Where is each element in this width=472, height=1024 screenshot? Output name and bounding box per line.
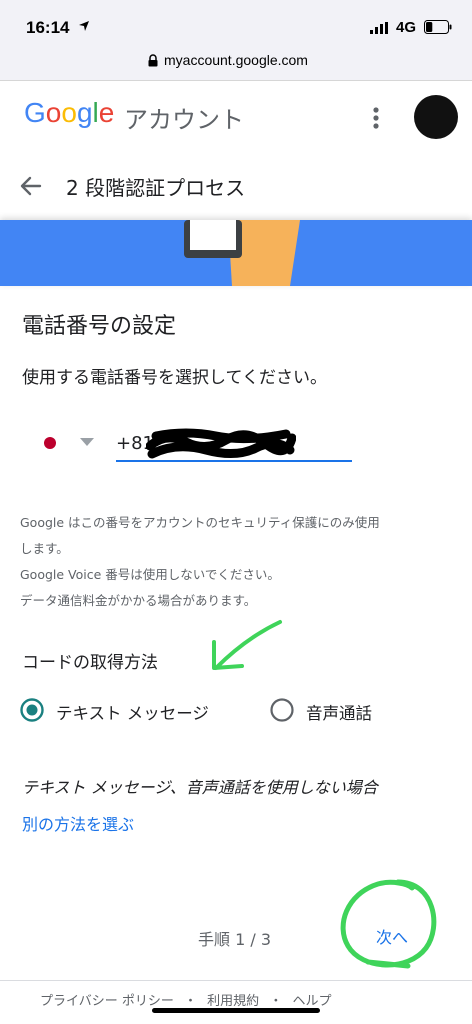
more-options-icon[interactable] xyxy=(362,103,390,133)
phone-notes: Google はこの番号をアカウントのセキュリティ保護にのみ使用 します。 Go… xyxy=(20,510,380,614)
home-indicator xyxy=(152,1008,320,1013)
help-link[interactable]: ヘルプ xyxy=(292,994,331,1009)
logo-letter: e xyxy=(98,97,115,128)
separator-dot: ・ xyxy=(269,994,283,1009)
logo-letter: g xyxy=(76,97,93,128)
footer-links: プライバシー ポリシー ・ 利用規約 ・ ヘルプ xyxy=(40,990,338,1009)
url-text: myaccount.google.com xyxy=(164,52,308,68)
step-indicator: 手順 1 / 3 xyxy=(198,930,272,949)
note-line: します。 xyxy=(20,541,69,556)
google-logo[interactable]: Google xyxy=(24,97,114,129)
choose-another-method-link[interactable]: 別の方法を選ぶ xyxy=(22,811,134,835)
annotation-arrow xyxy=(212,620,282,670)
radio-label-voice-call[interactable]: 音声通話 xyxy=(306,700,372,724)
network-type: 4G xyxy=(396,19,417,36)
note-line: Google Voice 番号は使用しないでください。 xyxy=(20,567,280,582)
logo-letter: o xyxy=(61,97,77,128)
app-header: Google アカウント xyxy=(0,81,472,153)
status-time: 16:14 xyxy=(26,18,70,37)
url-bar[interactable]: myaccount.google.com xyxy=(0,44,472,81)
status-bar: 16:14 4G xyxy=(0,0,472,44)
japan-flag-icon[interactable] xyxy=(44,437,56,449)
radio-label-text-message[interactable]: テキスト メッセージ xyxy=(56,700,209,724)
phone-hand-illustration xyxy=(184,220,300,286)
next-button[interactable]: 次へ xyxy=(376,924,408,948)
terms-link[interactable]: 利用規約 xyxy=(207,994,259,1009)
instruction-text: 使用する電話番号を選択してください。 xyxy=(22,368,327,388)
avatar[interactable] xyxy=(414,95,458,139)
logo-letter: o xyxy=(45,97,62,128)
lock-icon xyxy=(148,54,158,67)
section-heading: 電話番号の設定 xyxy=(22,314,177,339)
privacy-policy-link[interactable]: プライバシー ポリシー xyxy=(40,994,174,1009)
back-arrow-icon[interactable] xyxy=(18,173,44,199)
logo-suffix: アカウント xyxy=(124,106,244,134)
signal-icon xyxy=(370,22,388,34)
footer-divider xyxy=(0,980,472,981)
note-line: Google はこの番号をアカウントのセキュリティ保護にのみ使用 xyxy=(20,515,380,530)
note-line: データ通信料金がかかる場合があります。 xyxy=(20,593,257,608)
page-title: 2 段階認証プロセス xyxy=(66,176,246,200)
alternative-text: テキスト メッセージ、音声通話を使用しない場合 xyxy=(22,778,378,797)
radio-voice-call[interactable] xyxy=(270,698,294,722)
chevron-down-icon[interactable] xyxy=(80,438,94,446)
logo-letter: G xyxy=(24,97,46,128)
separator-dot: ・ xyxy=(184,994,198,1009)
location-icon xyxy=(79,21,89,31)
hero-illustration xyxy=(0,220,472,286)
redaction-scribble xyxy=(146,428,296,459)
subheader: 2 段階認証プロセス xyxy=(0,153,472,219)
code-method-heading: コードの取得方法 xyxy=(22,653,158,673)
radio-text-message[interactable] xyxy=(20,698,44,722)
battery-icon xyxy=(424,20,452,34)
